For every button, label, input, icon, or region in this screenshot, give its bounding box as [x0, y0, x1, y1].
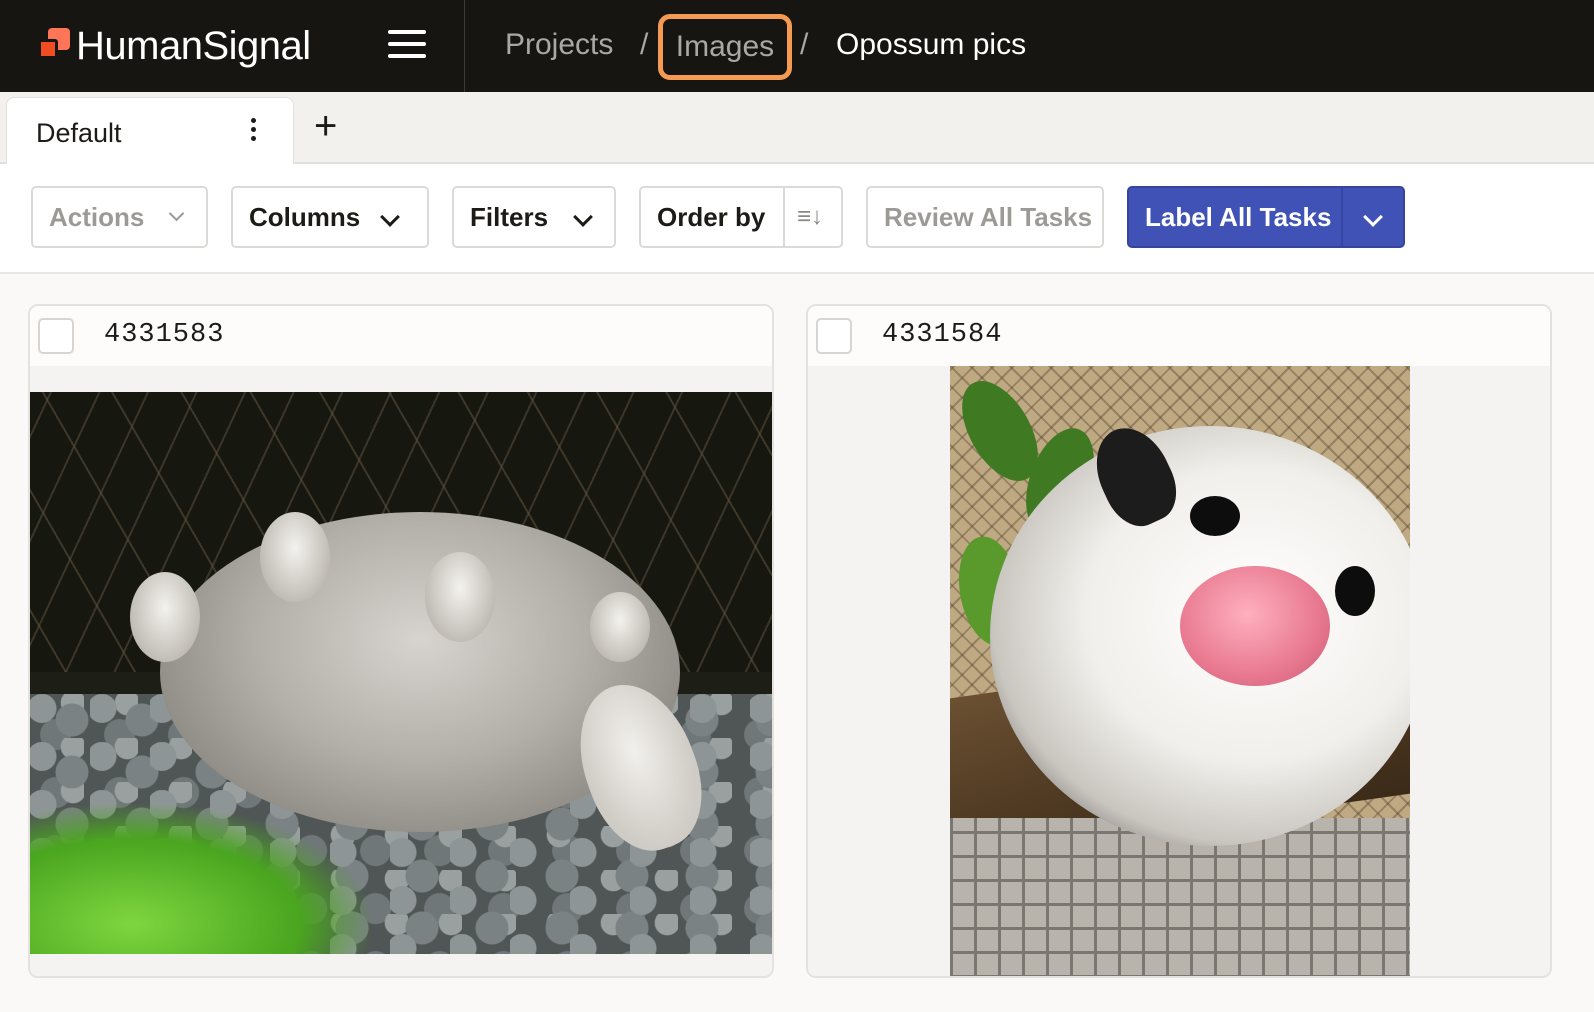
- task-id: 4331583: [104, 320, 225, 350]
- breadcrumb-projects[interactable]: Projects: [505, 24, 613, 66]
- tab-label: Default: [36, 118, 122, 148]
- task-image-area[interactable]: [808, 366, 1550, 976]
- toolbar: Actions Columns Filters Order by ≡↓ Revi…: [0, 164, 1594, 274]
- order-by-button[interactable]: Order by ≡↓: [639, 186, 843, 248]
- order-by-label: Order by: [657, 202, 766, 232]
- plus-icon[interactable]: +: [314, 106, 337, 146]
- tab-default[interactable]: Default: [6, 97, 294, 166]
- hamburger-icon[interactable]: [388, 30, 426, 60]
- chevron-down-icon: [168, 205, 185, 222]
- task-checkbox[interactable]: [38, 318, 74, 354]
- filters-label: Filters: [470, 202, 549, 232]
- breadcrumb-separator: /: [800, 28, 809, 61]
- button-divider: [1341, 188, 1343, 246]
- button-divider: [783, 188, 785, 246]
- columns-dropdown[interactable]: Columns: [231, 186, 429, 248]
- task-image-area[interactable]: [30, 366, 772, 976]
- task-image[interactable]: [950, 366, 1410, 976]
- breadcrumb-images[interactable]: Images: [658, 14, 792, 80]
- review-all-tasks-button[interactable]: Review All Tasks: [866, 186, 1104, 248]
- task-card[interactable]: 4331583: [28, 304, 774, 978]
- breadcrumb-current-project: Opossum pics: [836, 28, 1027, 61]
- filters-dropdown[interactable]: Filters: [452, 186, 616, 248]
- vertical-dots-icon[interactable]: [247, 118, 259, 146]
- label-all-label: Label All Tasks: [1145, 202, 1332, 232]
- header-divider: [464, 0, 465, 92]
- top-bar: HumanSignal Projects / Images / Opossum …: [0, 0, 1594, 92]
- task-card[interactable]: 4331584: [806, 304, 1552, 978]
- task-card-header: 4331584: [808, 306, 1550, 366]
- actions-label: Actions: [49, 202, 145, 232]
- breadcrumb-separator: /: [640, 28, 649, 61]
- brand-name[interactable]: HumanSignal: [76, 20, 311, 72]
- label-all-tasks-button[interactable]: Label All Tasks: [1127, 186, 1405, 248]
- task-image[interactable]: [30, 392, 772, 954]
- tab-bar: Default +: [0, 92, 1594, 166]
- sort-direction-icon[interactable]: ≡↓: [797, 188, 823, 246]
- chevron-down-icon[interactable]: [1363, 207, 1383, 227]
- task-card-header: 4331583: [30, 306, 772, 366]
- columns-label: Columns: [249, 202, 361, 232]
- actions-dropdown[interactable]: Actions: [31, 186, 208, 248]
- humansignal-logo-icon[interactable]: [38, 28, 72, 62]
- task-id: 4331584: [882, 320, 1003, 350]
- review-label: Review All Tasks: [884, 202, 1093, 232]
- chevron-down-icon: [380, 207, 400, 227]
- task-checkbox[interactable]: [816, 318, 852, 354]
- task-grid: 4331583 4331584: [0, 274, 1594, 1012]
- chevron-down-icon: [573, 207, 593, 227]
